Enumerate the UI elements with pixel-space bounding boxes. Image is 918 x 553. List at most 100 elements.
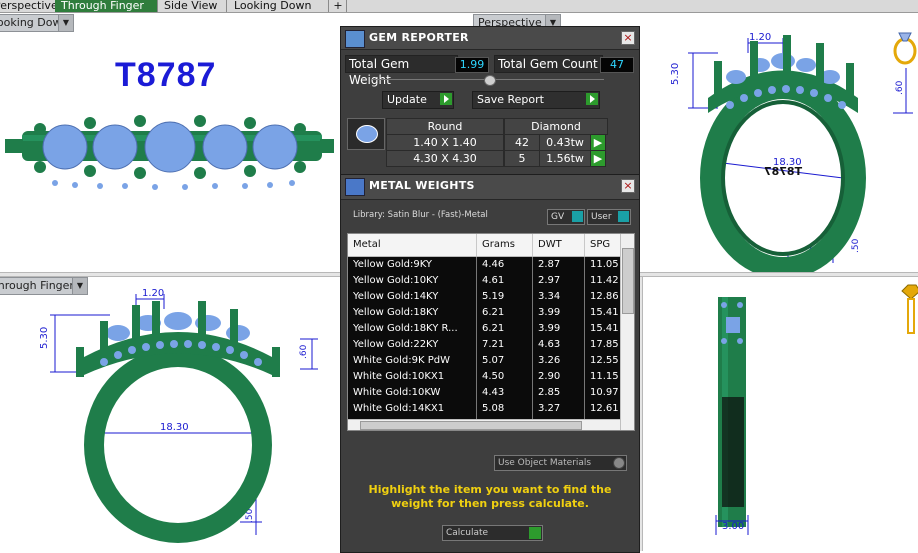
metal-weights-titlebar[interactable]: METAL WEIGHTS ×: [341, 175, 639, 200]
view-tab-bar: Perspective Through Finger Side View Loo…: [0, 0, 918, 13]
viewport-label[interactable]: Looking Down ▼: [0, 14, 74, 32]
ring-front-view: 1.20 5.30 .60 18.30 .50: [39, 288, 318, 543]
metal-name-cell: White Gold:14KX1: [348, 401, 477, 417]
viewport-dropdown-icon[interactable]: ▼: [58, 15, 73, 31]
metal-name-cell: Yellow Gold:22KY: [348, 337, 477, 353]
gem-row-go-icon[interactable]: ▶: [590, 134, 606, 151]
table-header: Metal Grams DWT SPG: [348, 234, 631, 257]
metal-weights-table[interactable]: Metal Grams DWT SPG Yellow Gold:9KY 4.46 2…: [347, 233, 635, 431]
gem-summary-table: Round Diamond 1.40 X 1.40 42 0.43tw ▶ 4.…: [386, 118, 608, 167]
tab-side-view[interactable]: Side View: [158, 0, 227, 12]
grams-cell: 4.61: [477, 273, 533, 289]
use-object-materials-toggle[interactable]: Use Object Materials: [494, 455, 627, 471]
metal-library-label: Library: Satin Blur - (Fast)-Metal: [353, 210, 488, 220]
table-row[interactable]: Yellow Gold:9KY 4.46 2.87 11.05: [348, 257, 631, 274]
table-row[interactable]: Yellow Gold:10KY 4.61 2.97 11.42: [348, 273, 631, 290]
column-header-metal[interactable]: Metal: [348, 234, 477, 256]
dwt-cell: 3.26: [533, 353, 585, 369]
play-icon: [440, 93, 452, 105]
gem-material-header: Diamond: [504, 118, 608, 135]
total-gem-weight-value: 1.99: [455, 57, 489, 73]
play-icon: [529, 527, 541, 539]
column-header-grams[interactable]: Grams: [477, 234, 533, 256]
tab-looking-down[interactable]: Looking Down: [228, 0, 329, 12]
dim-width-top: 1.20: [142, 288, 164, 299]
gv-toggle-label: GV: [551, 212, 565, 222]
gem-row-count: 5: [504, 150, 540, 167]
scrollbar-thumb[interactable]: [360, 421, 582, 430]
add-tab-icon[interactable]: +: [330, 0, 347, 12]
save-report-button[interactable]: Save Report: [472, 91, 600, 109]
tab-through-finger[interactable]: Through Finger: [55, 0, 158, 12]
dim-inner-diameter: 18.30: [160, 422, 189, 433]
user-toggle-label: User: [591, 212, 612, 222]
dim-height-left: 5.30: [670, 63, 681, 85]
ring-perspective-view: 1.20 5.30 .60 18.30 .50 T8787: [670, 32, 917, 275]
toggle-indicator-icon: [572, 211, 583, 222]
metal-name-cell: Yellow Gold:18KY R...: [348, 321, 477, 337]
metal-weights-icon: [345, 178, 365, 196]
grams-cell: 7.21: [477, 337, 533, 353]
dwt-cell: 3.34: [533, 289, 585, 305]
dim-side-small: .60: [895, 80, 905, 95]
calculate-hint: Highlight the item you want to find the …: [368, 483, 612, 510]
dwt-cell: 3.27: [533, 401, 585, 417]
gem-slider-handle[interactable]: [484, 75, 496, 86]
total-gem-weight-label: Total Gem Weight: [345, 55, 458, 87]
gv-toggle[interactable]: GV: [547, 209, 585, 225]
close-icon[interactable]: ×: [621, 31, 635, 45]
gem-reporter-title: GEM REPORTER: [369, 31, 469, 44]
metal-name-cell: Yellow Gold:18KY: [348, 305, 477, 321]
dim-side-small: .60: [299, 344, 309, 359]
gem-thumbnail-icon: [901, 284, 918, 334]
toggle-indicator-icon: [618, 211, 629, 222]
horizontal-scrollbar[interactable]: [348, 419, 620, 430]
gem-shape-header: Round: [386, 118, 504, 135]
user-toggle[interactable]: User: [587, 209, 631, 225]
grams-cell: 6.21: [477, 321, 533, 337]
metal-name-cell: Yellow Gold:9KY: [348, 257, 477, 273]
close-icon[interactable]: ×: [621, 179, 635, 193]
dwt-cell: 2.87: [533, 257, 585, 273]
gem-reporter-titlebar[interactable]: GEM REPORTER ×: [341, 27, 639, 50]
table-row[interactable]: Yellow Gold:18KY 6.21 3.99 15.41: [348, 305, 631, 322]
table-row[interactable]: Yellow Gold:14KY 5.19 3.34 12.86: [348, 289, 631, 306]
tab-perspective[interactable]: Perspective: [0, 0, 58, 12]
viewport-looking-down[interactable]: Looking Down ▼ T8787: [0, 13, 340, 273]
table-row[interactable]: White Gold:10KW 4.43 2.85 10.97: [348, 385, 631, 402]
grams-cell: 5.07: [477, 353, 533, 369]
dwt-cell: 2.97: [533, 273, 585, 289]
vertical-scrollbar[interactable]: [620, 234, 634, 430]
update-button[interactable]: Update: [382, 91, 454, 109]
gem-row-size[interactable]: 4.30 X 4.30: [386, 150, 504, 167]
scrollbar-thumb[interactable]: [622, 248, 634, 314]
table-row[interactable]: White Gold:10KX1 4.50 2.90 11.15: [348, 369, 631, 386]
grams-cell: 4.46: [477, 257, 533, 273]
column-header-dwt[interactable]: DWT: [533, 234, 585, 256]
table-row[interactable]: White Gold:14KX1 5.08 3.27 12.61: [348, 401, 631, 418]
table-row[interactable]: White Gold:9K PdW 5.07 3.26 12.55: [348, 353, 631, 370]
save-report-label: Save Report: [477, 93, 544, 106]
dwt-cell: 2.90: [533, 369, 585, 385]
viewport-through-finger[interactable]: Through Finger ▼ 1.20 5.30 .60 18.30 .50: [0, 277, 340, 551]
metal-weights-title: METAL WEIGHTS: [369, 179, 475, 192]
table-row[interactable]: Yellow Gold:18KY R... 6.21 3.99 15.41: [348, 321, 631, 338]
gem-shape-thumbnail: [347, 118, 385, 150]
total-gem-count-label: Total Gem Count: [494, 55, 603, 73]
metal-name-cell: White Gold:10KW: [348, 385, 477, 401]
calculate-button[interactable]: Calculate: [442, 525, 543, 541]
play-icon: [586, 93, 598, 105]
gem-row-go-icon[interactable]: ▶: [590, 150, 606, 167]
dwt-cell: 2.85: [533, 385, 585, 401]
dwt-cell: 3.99: [533, 321, 585, 337]
table-row[interactable]: Yellow Gold:22KY 7.21 4.63 17.85: [348, 337, 631, 354]
gem-row-size[interactable]: 1.40 X 1.40: [386, 134, 504, 151]
metal-name-cell: White Gold:10KX1: [348, 369, 477, 385]
dim-bottom-band: .50: [851, 238, 861, 253]
calculate-label: Calculate: [446, 528, 489, 538]
gem-reporter-icon: [345, 30, 365, 48]
use-object-materials-label: Use Object Materials: [498, 458, 592, 468]
metal-name-cell: Yellow Gold:14KY: [348, 289, 477, 305]
dwt-cell: 3.99: [533, 305, 585, 321]
ring-top-view: [5, 115, 334, 190]
